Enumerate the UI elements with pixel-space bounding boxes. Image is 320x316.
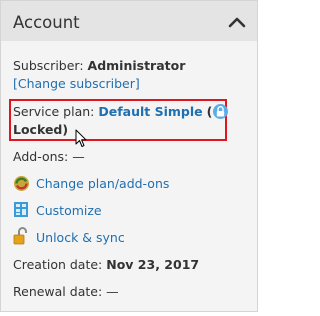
change-subscriber-row: [Change subscriber]	[13, 76, 140, 91]
lock-icon	[213, 104, 229, 119]
customize-icon	[14, 202, 28, 217]
locked-row: Locked)	[13, 122, 68, 137]
creation-value: Nov 23, 2017	[106, 257, 200, 272]
service-plan-label: Service plan:	[13, 104, 95, 119]
panel-title: Account	[13, 13, 80, 32]
locked-paren: (	[206, 104, 213, 119]
unlock-icon	[13, 227, 27, 245]
creation-row: Creation date: Nov 23, 2017	[13, 257, 199, 272]
mouse-cursor-icon	[75, 129, 87, 147]
addons-label: Add-ons:	[13, 149, 69, 164]
addons-row: Add-ons: —	[13, 149, 85, 164]
customize-link[interactable]: Customize	[36, 203, 102, 218]
change-plan-link[interactable]: Change plan/add-ons	[36, 176, 169, 191]
subscriber-row: Subscriber: Administrator	[13, 58, 185, 73]
renewal-label: Renewal date:	[13, 284, 103, 299]
customize-row: Customize	[36, 203, 102, 218]
renewal-value: —	[106, 284, 119, 299]
subscriber-value: Administrator	[87, 58, 186, 73]
unlock-sync-link[interactable]: Unlock & sync	[36, 230, 125, 245]
locked-text: Locked)	[13, 122, 69, 137]
change-subscriber-link[interactable]: [Change subscriber]	[13, 76, 140, 91]
panel-header[interactable]: Account	[1, 1, 257, 41]
creation-label: Creation date:	[13, 257, 103, 272]
unlock-row: Unlock & sync	[36, 230, 125, 245]
change-plan-icon	[14, 176, 29, 191]
service-plan-row: Service plan: Default Simple (	[13, 104, 229, 119]
account-panel: Account Subscriber: Administrator [Chang…	[0, 0, 258, 312]
change-plan-row: Change plan/add-ons	[36, 176, 169, 191]
renewal-row: Renewal date: —	[13, 284, 119, 299]
addons-value: —	[72, 149, 85, 164]
subscriber-label: Subscriber:	[13, 58, 84, 73]
chevron-up-icon[interactable]	[227, 16, 247, 28]
service-plan-link[interactable]: Default Simple	[98, 104, 202, 119]
